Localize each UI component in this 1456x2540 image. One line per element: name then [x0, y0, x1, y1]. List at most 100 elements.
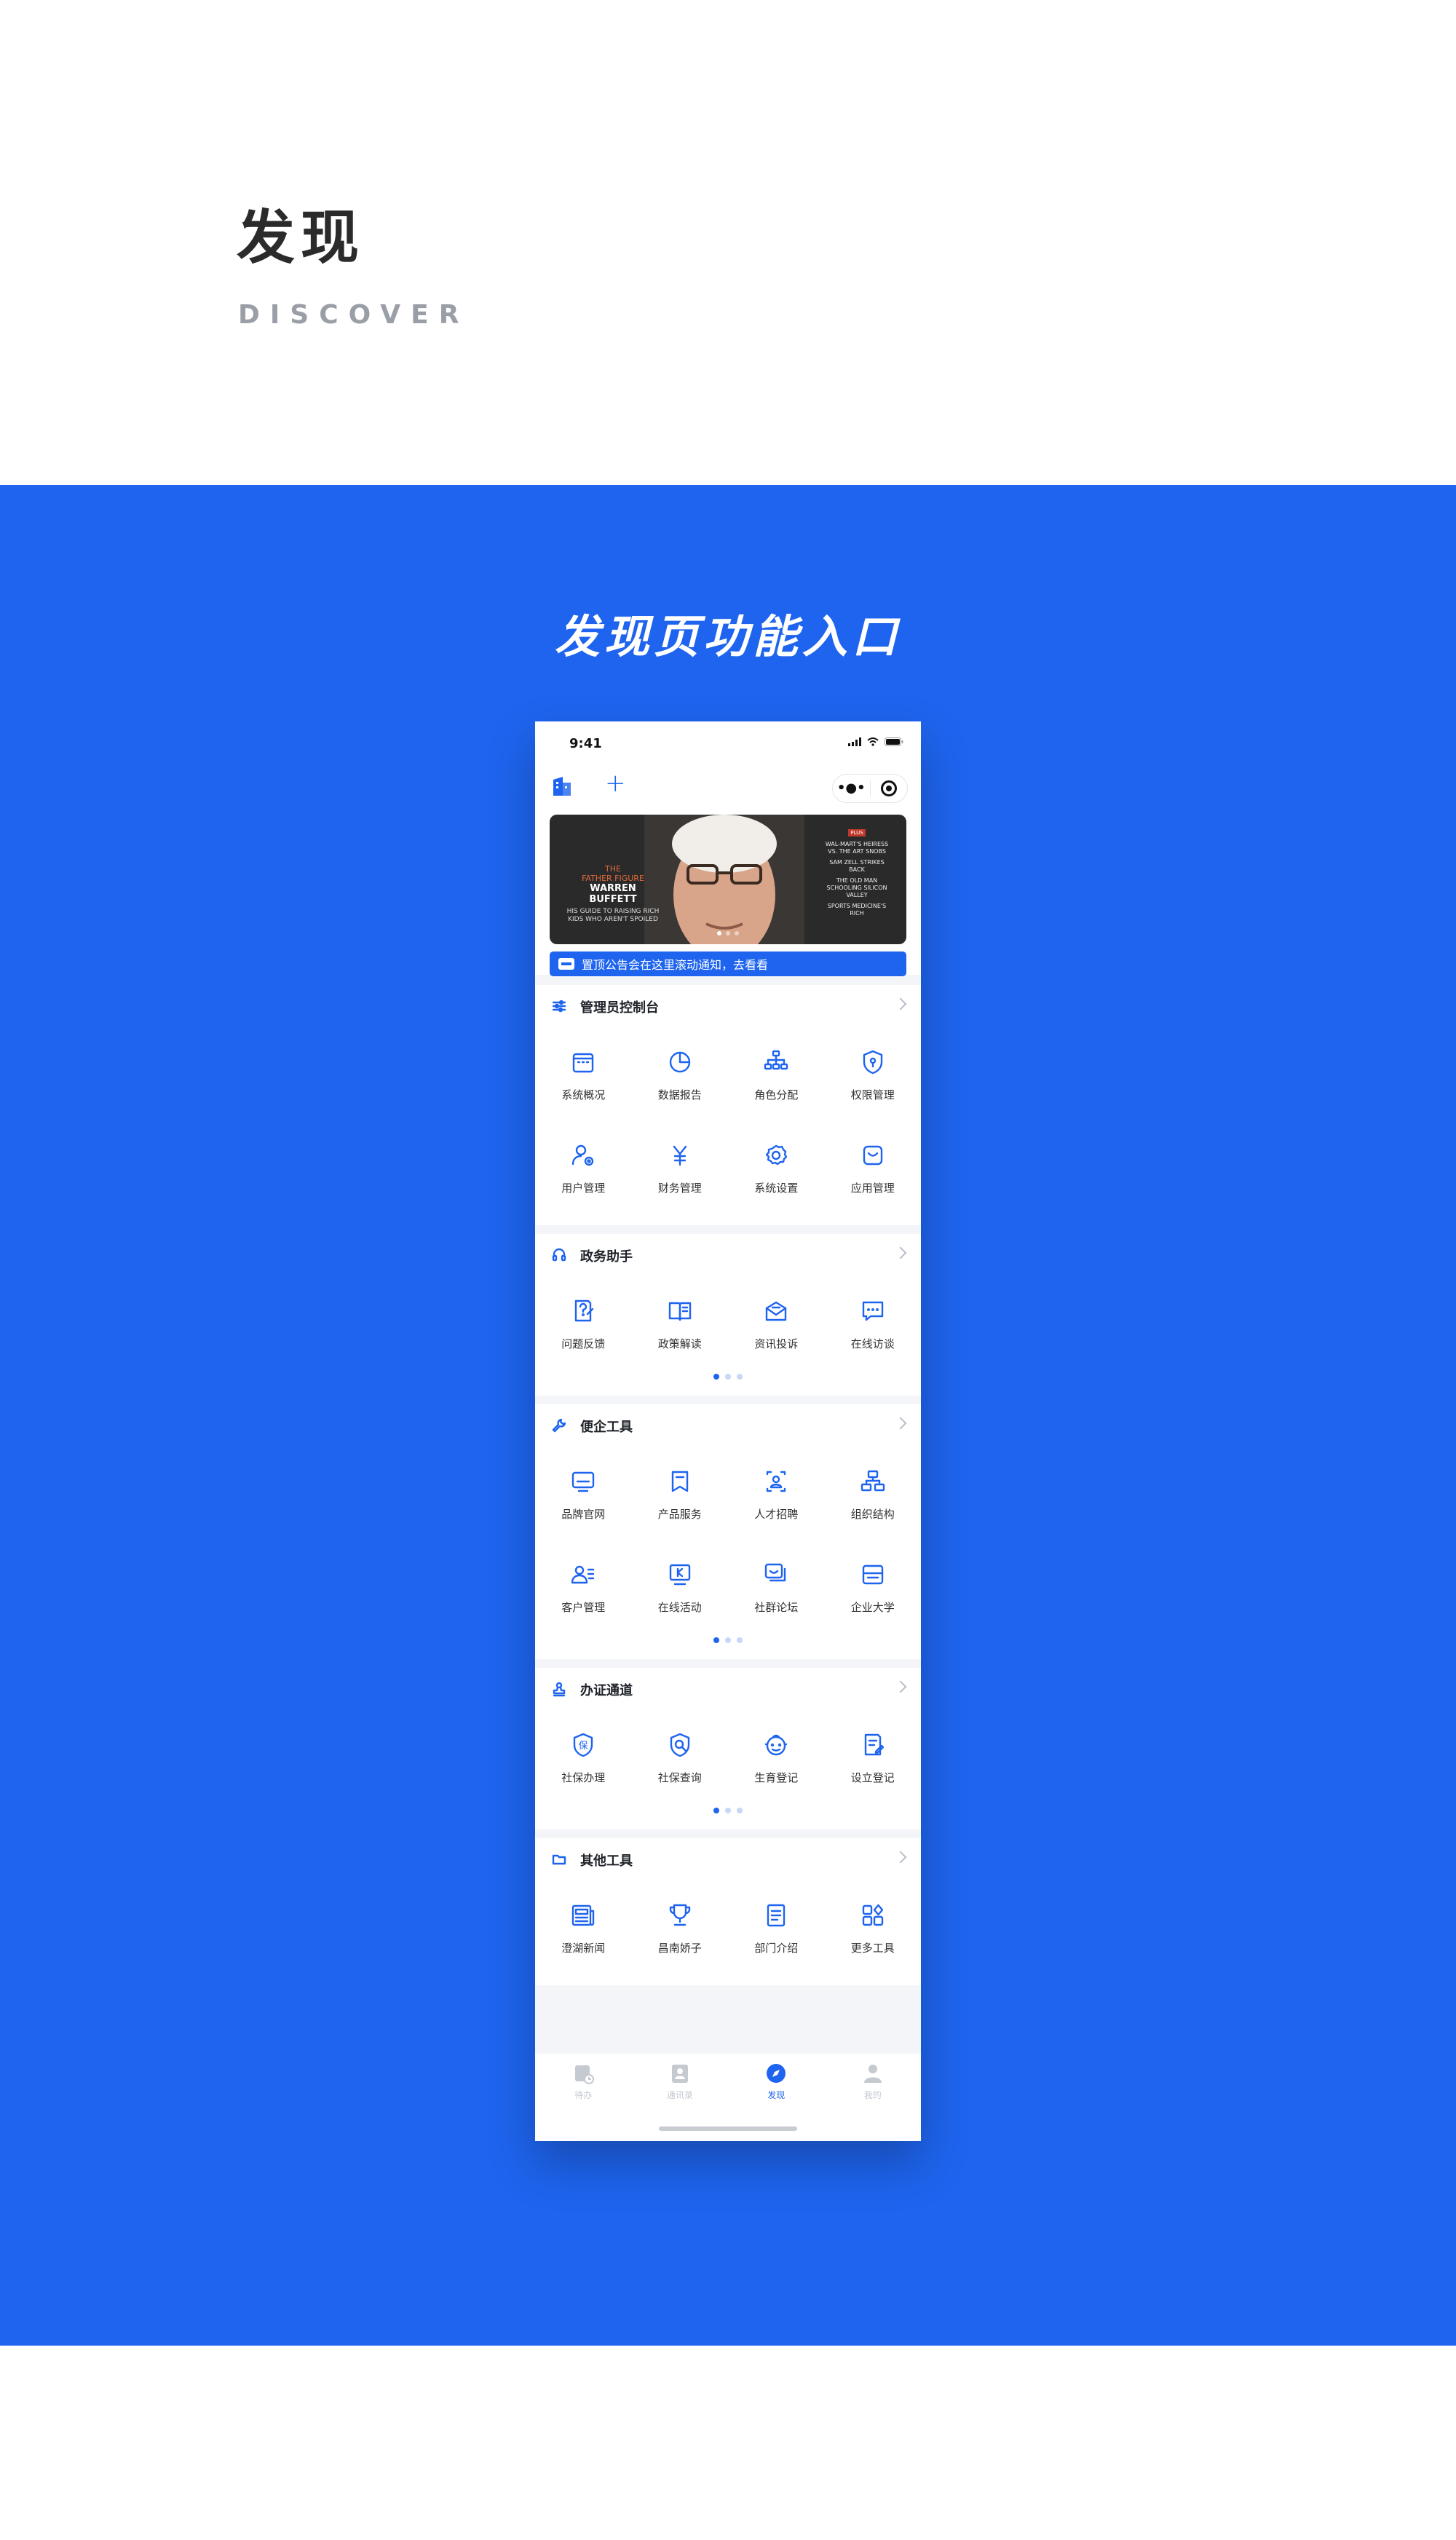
section-title: 政务助手 — [580, 1249, 633, 1265]
feature-item[interactable]: 用户管理 — [535, 1125, 632, 1218]
feature-item[interactable]: 客户管理 — [535, 1544, 632, 1637]
feature-label: 设立登记 — [850, 1771, 895, 1784]
todo-icon — [575, 2065, 595, 2084]
tab-label: 我的 — [863, 2090, 882, 2100]
feature-item[interactable]: 系统概况 — [535, 1032, 632, 1125]
tab-label: 待办 — [574, 2090, 593, 2100]
feature-label: 用户管理 — [561, 1182, 606, 1195]
section-pager[interactable] — [535, 1374, 921, 1396]
feature-item[interactable]: 部门介绍 — [728, 1885, 825, 1978]
tab-todo[interactable]: 待办 — [535, 2061, 632, 2112]
book-icon — [668, 1302, 691, 1321]
more-menu-button[interactable]: •●• — [833, 774, 870, 803]
notice-bar[interactable]: 置顶公告会在这里滚动通知，去看看 — [550, 951, 906, 976]
feature-item[interactable]: 设立登记 — [825, 1714, 922, 1808]
feature-item[interactable]: 社群论坛 — [728, 1544, 825, 1637]
add-icon[interactable]: + — [605, 769, 626, 797]
feature-item[interactable]: 问题反馈 — [535, 1281, 632, 1374]
news-icon — [572, 1904, 595, 1926]
feature-label: 组织结构 — [850, 1508, 895, 1521]
user-settings-icon — [572, 1144, 594, 1166]
feature-label: 产品服务 — [657, 1508, 702, 1521]
svg-text:保: 保 — [579, 1741, 588, 1752]
monitor-icon — [572, 1471, 595, 1492]
wrench-icon — [552, 1418, 566, 1433]
feature-item[interactable]: 资讯投诉 — [728, 1281, 825, 1374]
pie-chart-icon — [669, 1051, 690, 1073]
feature-item[interactable]: 澄湖新闻 — [535, 1885, 632, 1978]
feature-label: 系统概况 — [561, 1088, 606, 1101]
feature-label: 权限管理 — [850, 1088, 895, 1101]
section-pager[interactable] — [535, 1808, 921, 1829]
list-doc-icon — [767, 1904, 786, 1927]
feature-item[interactable]: 品牌官网 — [535, 1451, 632, 1544]
chevron-right-icon[interactable] — [894, 1417, 907, 1430]
section-header[interactable]: 政务助手 — [535, 1234, 921, 1275]
feature-label: 系统设置 — [754, 1182, 799, 1195]
tab-contacts[interactable]: 通讯录 — [632, 2061, 729, 2112]
feature-item[interactable]: 昌南娇子 — [632, 1885, 729, 1978]
section-header[interactable]: 管理员控制台 — [535, 985, 921, 1026]
feature-item[interactable]: 在线活动 — [632, 1544, 729, 1637]
feature-item[interactable]: 保社保办理 — [535, 1714, 632, 1808]
chevron-right-icon[interactable] — [894, 997, 907, 1010]
building-icon[interactable] — [551, 775, 573, 797]
feature-item[interactable]: 政策解读 — [632, 1281, 729, 1374]
section-pager[interactable] — [535, 1637, 921, 1659]
showcase-panel: 发现页功能入口 9:41 + •●• THE FATHER FIGURE WAR… — [0, 485, 1456, 2346]
close-mini-program-button[interactable] — [870, 780, 907, 796]
section-5: 其他工具 澄湖新闻 昌南娇子 部门介绍 更多工具 — [535, 1838, 921, 1985]
feature-label: 部门介绍 — [754, 1942, 799, 1955]
status-time: 9:41 — [569, 736, 602, 751]
feature-item[interactable]: 生育登记 — [728, 1714, 825, 1808]
chevron-right-icon[interactable] — [894, 1851, 907, 1864]
feature-grid: 问题反馈 政策解读 资讯投诉 在线访谈 — [535, 1275, 921, 1381]
feature-item[interactable]: 产品服务 — [632, 1451, 729, 1544]
question-doc-icon — [575, 1299, 594, 1322]
compass-icon — [767, 2064, 786, 2083]
feature-item[interactable]: 企业大学 — [825, 1544, 922, 1637]
feature-item[interactable]: 权限管理 — [825, 1032, 922, 1125]
feature-grid: 系统概况 数据报告 角色分配 权限管理用户管理 财务管理 系统设置 应用管理 — [535, 1026, 921, 1225]
section-1: 管理员控制台 系统概况 数据报告 角色分配 权限管理用户管理 财务管理 系统设置 应用管理 — [535, 985, 921, 1225]
feature-item[interactable]: 系统设置 — [728, 1125, 825, 1218]
signal-icon — [848, 737, 861, 746]
banner-carousel[interactable]: THE FATHER FIGURE WARREN BUFFETT HIS GUI… — [550, 815, 906, 944]
phone-mockup: 9:41 + •●• THE FATHER FIGURE WARREN BUFF… — [535, 721, 921, 2141]
feature-item[interactable]: 社保查询 — [632, 1714, 729, 1808]
feature-item[interactable]: 组织结构 — [825, 1451, 922, 1544]
showcase-title: 发现页功能入口 — [554, 610, 901, 663]
yuan-icon — [673, 1145, 687, 1166]
banner-text: WARREN — [590, 883, 636, 894]
person-icon — [863, 2065, 882, 2083]
feature-item[interactable]: 在线访谈 — [825, 1281, 922, 1374]
battery-icon — [885, 737, 903, 746]
section-header[interactable]: 便企工具 — [535, 1404, 921, 1445]
section-header[interactable]: 其他工具 — [535, 1838, 921, 1879]
section-3: 便企工具 品牌官网 产品服务 人才招聘 组织结构客户管理 在线活动 社群论坛 企业大学 — [535, 1404, 921, 1659]
tab-compass[interactable]: 发现 — [728, 2061, 825, 2112]
feature-item[interactable]: 角色分配 — [728, 1032, 825, 1125]
tab-person[interactable]: 我的 — [825, 2061, 922, 2112]
section-header[interactable]: 办证通道 — [535, 1668, 921, 1709]
trophy-icon — [669, 1904, 690, 1926]
feature-item[interactable]: 数据报告 — [632, 1032, 729, 1125]
feature-label: 澄湖新闻 — [561, 1942, 606, 1955]
stamp-icon — [553, 1682, 566, 1697]
feature-grid: 品牌官网 产品服务 人才招聘 组织结构客户管理 在线活动 社群论坛 企业大学 — [535, 1445, 921, 1645]
chat-icon — [862, 1301, 883, 1321]
id-badge-icon — [767, 1471, 786, 1492]
calendar-icon — [573, 1053, 594, 1073]
status-bar: 9:41 — [535, 721, 921, 759]
feature-label: 昌南娇子 — [657, 1942, 702, 1955]
feature-label: 问题反馈 — [561, 1337, 606, 1350]
chevron-right-icon[interactable] — [894, 1246, 907, 1259]
feature-item[interactable]: 人才招聘 — [728, 1451, 825, 1544]
feature-item[interactable]: 更多工具 — [825, 1885, 922, 1978]
feature-item[interactable]: 应用管理 — [825, 1125, 922, 1218]
structure-icon — [860, 1470, 885, 1492]
feature-label: 资讯投诉 — [754, 1337, 799, 1350]
chevron-right-icon[interactable] — [894, 1680, 907, 1693]
contacts-icon — [671, 2065, 688, 2083]
feature-item[interactable]: 财务管理 — [632, 1125, 729, 1218]
